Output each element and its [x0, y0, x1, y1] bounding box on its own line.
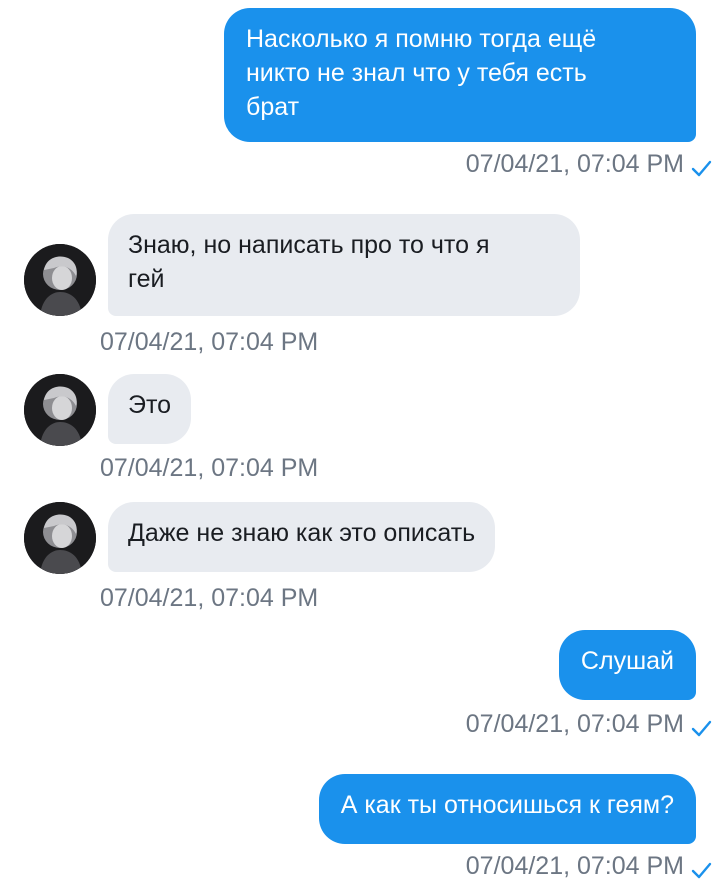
message-bubble-outgoing[interactable]: Насколько я помню тогда ещё никто не зна… — [224, 8, 696, 142]
read-check-icon — [691, 720, 712, 737]
message-timestamp: 07/04/21, 07:04 PM — [100, 584, 319, 612]
message-bubble-outgoing[interactable]: Слушай — [558, 630, 696, 700]
message-bubble-incoming[interactable]: Знаю, но написать про то что я гей — [108, 214, 580, 316]
avatar[interactable] — [24, 502, 96, 574]
message-timestamp: 07/04/21, 07:04 PM — [465, 852, 684, 880]
message-timestamp: 07/04/21, 07:04 PM — [465, 710, 684, 738]
avatar-icon — [24, 502, 96, 574]
avatar[interactable] — [24, 374, 96, 446]
message-bubble-incoming[interactable]: Даже не знаю как это описать — [108, 502, 496, 572]
avatar-icon — [24, 244, 96, 316]
message-bubble-outgoing[interactable]: А как ты относишься к геям? — [318, 774, 696, 844]
read-check-icon — [691, 160, 712, 177]
message-timestamp: 07/04/21, 07:04 PM — [100, 454, 319, 482]
message-bubble-incoming[interactable]: Это — [108, 374, 192, 444]
avatar[interactable] — [24, 244, 96, 316]
message-timestamp: 07/04/21, 07:04 PM — [465, 150, 684, 178]
read-check-icon — [691, 862, 712, 879]
message-timestamp: 07/04/21, 07:04 PM — [100, 328, 319, 356]
avatar-icon — [24, 374, 96, 446]
